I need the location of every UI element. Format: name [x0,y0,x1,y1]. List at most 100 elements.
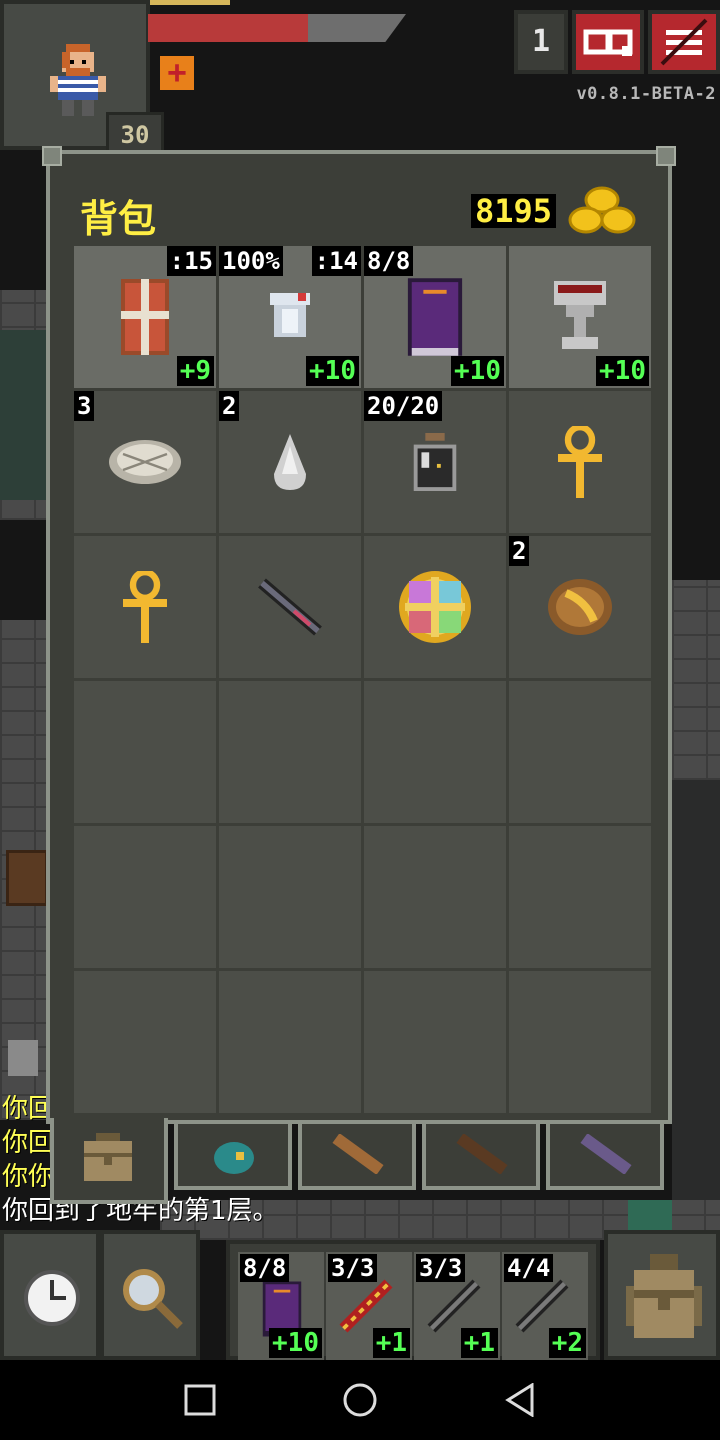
back-icon[interactable] [504,1383,536,1417]
book-icon [407,278,463,356]
item-upgrade-level: +10 [306,356,359,386]
item-quantity: 2 [509,536,530,566]
cloth-armor-slot[interactable]: 100% :14 +10 [219,246,361,388]
empty-slot[interactable] [364,971,506,1113]
tab-scroll-holder[interactable] [298,1124,416,1190]
chalice-icon [554,281,606,349]
amulet-slot[interactable] [364,536,506,678]
inventory-button[interactable] [604,1230,720,1360]
amulet-icon [399,571,471,643]
flask-icon [413,433,457,491]
tab-wand-holster[interactable] [546,1124,664,1190]
gold-icon [568,186,636,234]
tab-potion-bandolier[interactable] [422,1124,540,1190]
quickslot-bar: 8/8 +10 3/3 +1 3/3 +1 4/4 +2 [226,1240,600,1360]
quickslot-charge: 4/4 [504,1254,554,1282]
tab-backpack[interactable] [50,1118,168,1204]
item-charge: 20/20 [364,391,443,421]
bottom-toolbar: 8/8 +10 3/3 +1 3/3 +1 4/4 +2 [0,1230,720,1360]
gold-amount: 8195 [470,194,556,228]
empty-slot[interactable] [509,826,651,968]
depth-indicator[interactable]: 1 [514,10,568,74]
item-charge: 8/8 [364,246,414,276]
stone-slot[interactable]: 2 [219,391,361,533]
empty-slot[interactable] [74,826,216,968]
health-bar [148,14,406,42]
quickslot-charge: 3/3 [328,1254,378,1282]
backpack-icon [626,1254,702,1338]
quickslot-3[interactable]: 3/3 +1 [414,1252,500,1360]
hero-level-badge: 30 [106,112,164,154]
empty-slot[interactable] [509,971,651,1113]
item-quantity: 2 [219,391,240,421]
health-bar-fill [148,14,308,42]
quickslot-charge: 8/8 [240,1254,290,1282]
quickslot-4[interactable]: 4/4 +2 [502,1252,588,1360]
empty-slot[interactable] [509,681,651,823]
ankh-slot[interactable] [509,391,651,533]
wand-holster-icon [580,1134,632,1174]
quickslot-2[interactable]: 3/3 +1 [326,1252,412,1360]
quickslot-charge: 3/3 [416,1254,466,1282]
quickslot-level: +10 [269,1328,322,1358]
item-quantity: 3 [74,391,95,421]
quickslot-level: +2 [548,1328,586,1358]
seed-pouch-slot[interactable]: 3 [74,391,216,533]
shield-icon [121,279,169,355]
empty-slot[interactable] [219,971,361,1113]
wand-icon [427,1279,481,1333]
quickslot-level: +1 [372,1328,410,1358]
journal-icon [583,29,633,56]
scroll-holder-icon [332,1134,384,1174]
recent-apps-icon[interactable] [184,1384,216,1416]
armor-slot[interactable]: :15 +9 [74,246,216,388]
door-icon [6,850,48,906]
version-label: v0.8.1-BETA-2 [576,84,716,104]
inventory-window: 背包 8195 :15 +9 100% :14 +10 8/8 +10 +10 … [42,146,676,1124]
item-upgrade-level: +9 [176,356,214,386]
item-charge: :15 [166,246,216,276]
menu-icon [660,18,708,66]
wand-slot[interactable] [219,536,361,678]
waterskin-slot[interactable]: 20/20 [364,391,506,533]
backpack-icon [84,1133,132,1181]
system-navigation-bar [0,1360,720,1440]
ankh-icon [558,426,602,498]
window-corner [42,146,62,166]
fire-wand-icon [339,1279,393,1333]
journal-button[interactable] [572,10,644,74]
wand-icon [515,1279,569,1333]
inventory-title: 背包 [80,197,157,241]
magnifier-icon [123,1269,183,1329]
empty-slot[interactable] [364,681,506,823]
pouch-icon [109,440,181,484]
empty-slot[interactable] [364,826,506,968]
quickslot-level: +1 [460,1328,498,1358]
armor-icon [270,293,310,337]
scroll-slot[interactable]: 2 [509,536,651,678]
buff-plus-icon[interactable]: + [160,56,194,90]
tab-seed-pouch[interactable] [174,1124,292,1190]
ankh-slot-2[interactable] [74,536,216,678]
stone-icon [274,434,306,490]
search-button[interactable] [100,1230,200,1360]
item-durability: 100% [219,246,283,276]
scroll-icon [548,579,612,635]
quickslot-1[interactable]: 8/8 +10 [238,1252,324,1360]
menu-button[interactable] [648,10,720,74]
hero-avatar-icon [50,44,106,116]
item-upgrade-level: +10 [596,356,649,386]
wait-button[interactable] [0,1230,100,1360]
bandolier-icon [456,1134,508,1174]
home-icon[interactable] [342,1382,378,1418]
empty-slot[interactable] [74,681,216,823]
empty-slot[interactable] [219,826,361,968]
chalice-slot[interactable]: +10 [509,246,651,388]
bag-tabs [46,1118,672,1206]
inventory-grid: :15 +9 100% :14 +10 8/8 +10 +10 3 2 20/2… [74,246,652,1116]
window-corner [656,146,676,166]
empty-slot[interactable] [219,681,361,823]
empty-slot[interactable] [74,971,216,1113]
spellbook-slot[interactable]: 8/8 +10 [364,246,506,388]
tombstone-icon [8,1040,38,1076]
